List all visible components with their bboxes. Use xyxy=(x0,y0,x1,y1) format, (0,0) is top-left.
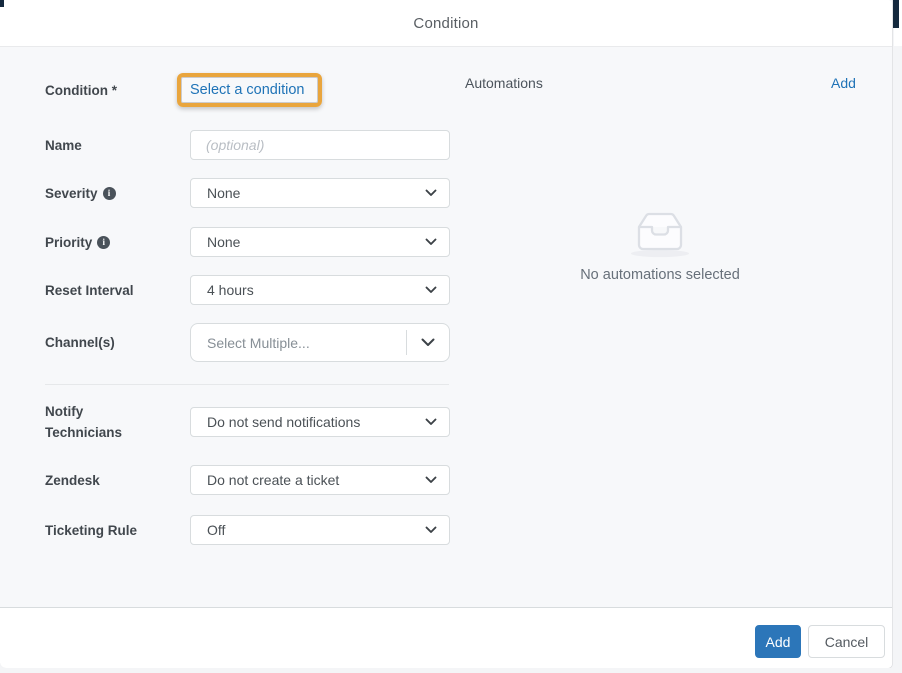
priority-row: Priority None xyxy=(45,227,450,257)
select-condition-link[interactable]: Select a condition xyxy=(190,82,304,98)
automations-empty-text: No automations selected xyxy=(465,267,855,283)
priority-select[interactable]: None xyxy=(190,227,450,257)
chevron-down-icon xyxy=(425,418,437,426)
zendesk-row: Zendesk Do not create a ticket xyxy=(45,465,450,495)
channels-multiselect[interactable]: Select Multiple... xyxy=(190,323,450,362)
multiselect-dropdown-toggle[interactable] xyxy=(407,338,449,347)
modal-title: Condition xyxy=(413,15,478,32)
channels-label: Channel(s) xyxy=(45,332,190,353)
info-icon[interactable] xyxy=(103,187,116,200)
automations-title: Automations xyxy=(465,75,543,91)
notify-technicians-label: Notify Technicians xyxy=(45,401,190,443)
cancel-button[interactable]: Cancel xyxy=(808,625,885,658)
reset-interval-label: Reset Interval xyxy=(45,280,190,301)
name-label: Name xyxy=(45,135,190,156)
ticketing-rule-row: Ticketing Rule Off xyxy=(45,515,450,545)
reset-interval-row: Reset Interval 4 hours xyxy=(45,275,450,305)
severity-row: Severity None xyxy=(45,178,450,208)
channels-row: Channel(s) Select Multiple... xyxy=(45,323,450,362)
zendesk-label: Zendesk xyxy=(45,470,190,491)
name-input[interactable] xyxy=(190,130,450,160)
tutorial-highlight-box: Select a condition xyxy=(177,73,322,107)
chevron-down-icon xyxy=(425,526,437,534)
automations-add-link[interactable]: Add xyxy=(831,75,856,91)
condition-modal: Condition Condition * Select a condition… xyxy=(0,0,893,668)
section-divider xyxy=(45,384,449,385)
info-icon[interactable] xyxy=(97,236,110,249)
chevron-down-icon xyxy=(425,189,437,197)
ticketing-rule-label: Ticketing Rule xyxy=(45,520,190,541)
priority-label: Priority xyxy=(45,232,190,253)
add-button[interactable]: Add xyxy=(755,625,801,658)
zendesk-select[interactable]: Do not create a ticket xyxy=(190,465,450,495)
notify-technicians-select[interactable]: Do not send notifications xyxy=(190,407,450,437)
name-row: Name xyxy=(45,130,450,160)
page-chrome-corner xyxy=(0,0,4,7)
page-chrome-bar xyxy=(893,0,899,28)
reset-interval-select[interactable]: 4 hours xyxy=(190,275,450,305)
chevron-down-icon xyxy=(425,476,437,484)
condition-row: Condition * Select a condition xyxy=(45,71,322,109)
page-background-strip xyxy=(894,0,902,673)
chevron-down-icon xyxy=(425,238,437,246)
severity-label: Severity xyxy=(45,183,190,204)
ticketing-rule-select[interactable]: Off xyxy=(190,515,450,545)
empty-tray-icon xyxy=(628,206,692,258)
condition-label: Condition * xyxy=(45,80,190,101)
modal-header: Condition xyxy=(0,0,892,47)
severity-select[interactable]: None xyxy=(190,178,450,208)
chevron-down-icon xyxy=(421,338,435,347)
modal-footer: Add Cancel xyxy=(0,607,892,668)
automations-empty-state: No automations selected xyxy=(465,206,855,283)
chevron-down-icon xyxy=(425,286,437,294)
notify-technicians-row: Notify Technicians Do not send notificat… xyxy=(45,407,450,437)
